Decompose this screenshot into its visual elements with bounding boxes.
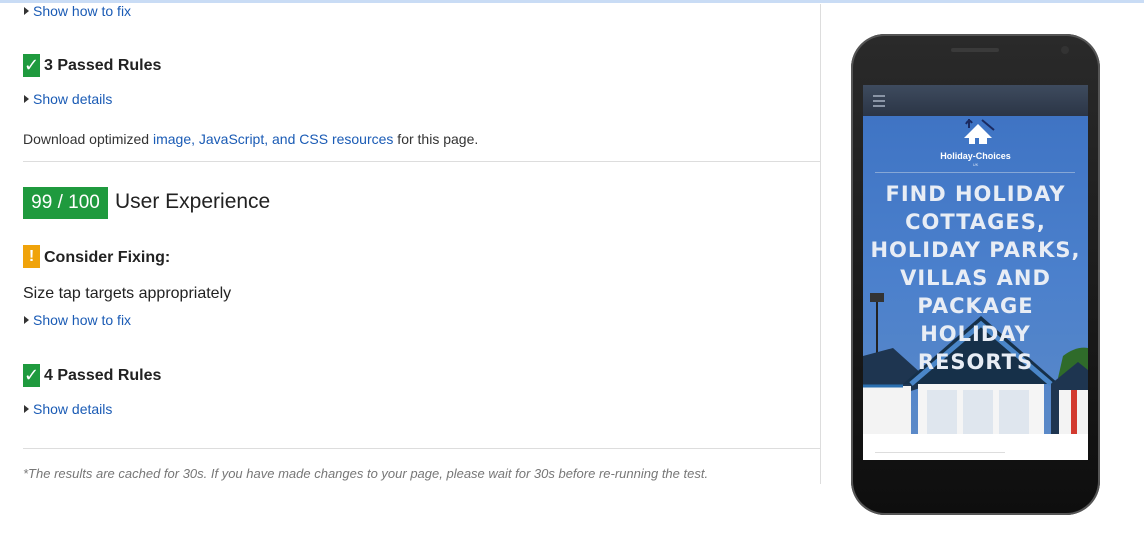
show-details-label[interactable]: Show details xyxy=(33,91,112,107)
headline-line: HOLIDAY PARKS, xyxy=(870,238,1081,262)
triangle-right-icon xyxy=(24,7,29,15)
mobile-screenshot: Holiday-Choices UK FIND HOLIDAY COTTAGES… xyxy=(863,85,1088,460)
passed-rules-title-speed: 3 Passed Rules xyxy=(44,57,162,74)
show-details-label[interactable]: Show details xyxy=(33,401,112,417)
show-how-to-fix-link-speed[interactable]: Show how to fix xyxy=(24,3,131,19)
cache-note: *The results are cached for 30s. If you … xyxy=(23,466,709,481)
download-prefix: Download optimized xyxy=(23,131,153,147)
mobile-nav-bar xyxy=(863,85,1088,116)
vertical-divider xyxy=(820,4,821,484)
section-divider xyxy=(23,161,820,162)
headline-line: PACKAGE xyxy=(917,294,1034,318)
phone-speaker xyxy=(951,48,999,52)
headline-line: FIND HOLIDAY xyxy=(885,182,1066,206)
checkmark-icon: ✓ xyxy=(23,54,40,77)
headline-line: COTTAGES, xyxy=(905,210,1046,234)
headline-line: RESORTS xyxy=(917,350,1034,374)
triangle-right-icon xyxy=(24,316,29,324)
top-border xyxy=(0,0,1144,3)
ux-score-badge: 99 / 100 xyxy=(23,187,108,219)
show-how-to-fix-link-ux[interactable]: Show how to fix xyxy=(24,312,131,328)
triangle-right-icon xyxy=(24,95,29,103)
mobile-content-divider xyxy=(875,452,1005,453)
exclamation-icon: ! xyxy=(23,245,40,268)
passed-rules-title-ux: 4 Passed Rules xyxy=(44,367,162,384)
hamburger-menu-icon xyxy=(873,95,885,110)
mobile-hero: Holiday-Choices UK FIND HOLIDAY COTTAGES… xyxy=(863,116,1088,434)
rule-size-tap-targets: Size tap targets appropriately xyxy=(23,285,232,302)
section-divider xyxy=(23,448,820,449)
headline-line: VILLAS AND xyxy=(900,266,1051,290)
download-suffix: for this page. xyxy=(393,131,479,147)
show-details-link-speed[interactable]: Show details xyxy=(24,91,112,107)
download-resources-link[interactable]: image, JavaScript, and CSS resources xyxy=(153,131,393,147)
headline-line: HOLIDAY xyxy=(920,322,1031,346)
ux-section-title: User Experience xyxy=(115,190,271,213)
hero-headline: FIND HOLIDAY COTTAGES, HOLIDAY PARKS, VI… xyxy=(868,180,1083,376)
show-how-to-fix-label[interactable]: Show how to fix xyxy=(33,312,131,328)
checkmark-icon: ✓ xyxy=(23,364,40,387)
show-details-link-ux[interactable]: Show details xyxy=(24,401,112,417)
triangle-right-icon xyxy=(24,405,29,413)
consider-fixing-title: Consider Fixing: xyxy=(44,249,171,266)
phone-camera xyxy=(1061,46,1069,54)
download-optimized-text: Download optimized image, JavaScript, an… xyxy=(23,131,478,147)
show-how-to-fix-label[interactable]: Show how to fix xyxy=(33,3,131,19)
